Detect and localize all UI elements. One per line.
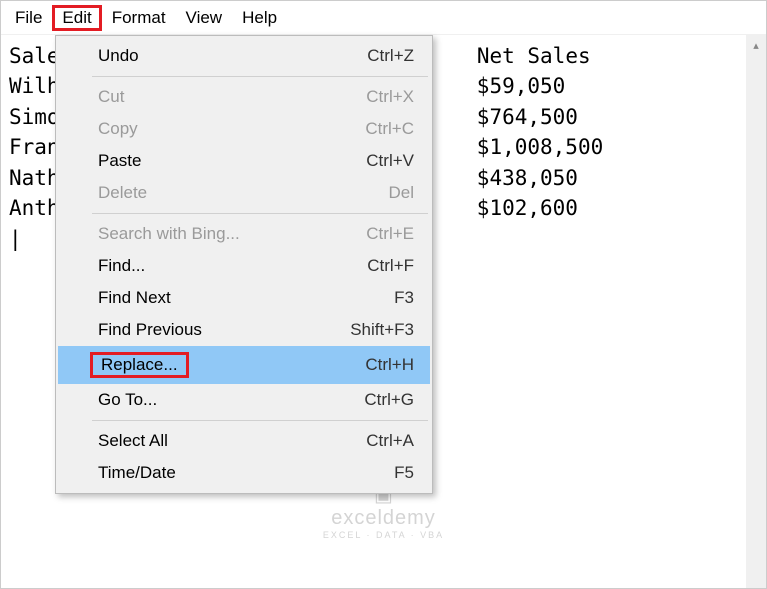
menu-item-shortcut: Ctrl+H xyxy=(334,355,414,375)
menu-item-shortcut: Ctrl+G xyxy=(334,390,414,410)
menu-item-shortcut: F5 xyxy=(334,463,414,483)
menu-item-goto[interactable]: Go To... Ctrl+G xyxy=(58,384,430,416)
menu-item-cut: Cut Ctrl+X xyxy=(58,81,430,113)
menu-item-time-date[interactable]: Time/Date F5 xyxy=(58,457,430,489)
menu-item-shortcut: F3 xyxy=(334,288,414,308)
menu-item-find-next[interactable]: Find Next F3 xyxy=(58,282,430,314)
menu-separator xyxy=(92,76,428,77)
menu-item-shortcut: Ctrl+C xyxy=(334,119,414,139)
menu-item-find-previous[interactable]: Find Previous Shift+F3 xyxy=(58,314,430,346)
menu-item-shortcut: Ctrl+E xyxy=(334,224,414,244)
menu-item-shortcut: Ctrl+F xyxy=(334,256,414,276)
menu-help[interactable]: Help xyxy=(232,5,287,31)
menu-separator xyxy=(92,420,428,421)
menu-item-copy: Copy Ctrl+C xyxy=(58,113,430,145)
scroll-up-arrow-icon[interactable]: ▴ xyxy=(746,35,766,55)
menu-separator xyxy=(92,213,428,214)
menu-item-label: Find... xyxy=(98,256,145,275)
menu-item-undo[interactable]: Undo Ctrl+Z xyxy=(58,40,430,72)
menu-item-label: Search with Bing... xyxy=(98,224,240,243)
text-line: Net Sales xyxy=(477,44,591,68)
menu-edit[interactable]: Edit xyxy=(52,5,101,31)
text-line: 438,050 xyxy=(489,166,578,190)
menu-item-shortcut: Del xyxy=(334,183,414,203)
menu-item-label: Find Next xyxy=(98,288,171,307)
menu-item-label: Undo xyxy=(98,46,139,65)
menu-item-label: Find Previous xyxy=(98,320,202,339)
text-line: Wilh xyxy=(9,74,60,98)
menu-item-select-all[interactable]: Select All Ctrl+A xyxy=(58,425,430,457)
text-line: Sale xyxy=(9,44,60,68)
menu-item-paste[interactable]: Paste Ctrl+V xyxy=(58,145,430,177)
text-line: 59,050 xyxy=(489,74,565,98)
menu-item-label: Time/Date xyxy=(98,463,176,482)
menu-item-shortcut: Ctrl+V xyxy=(334,151,414,171)
menu-item-find[interactable]: Find... Ctrl+F xyxy=(58,250,430,282)
menu-item-label: Go To... xyxy=(98,390,157,409)
text-cursor xyxy=(9,227,22,251)
menu-item-label: Replace... xyxy=(101,355,178,374)
menu-item-search-bing: Search with Bing... Ctrl+E xyxy=(58,218,430,250)
menu-item-shortcut: Ctrl+A xyxy=(334,431,414,451)
menu-item-label: Copy xyxy=(98,119,138,138)
menu-item-shortcut: Ctrl+X xyxy=(334,87,414,107)
text-line: Fran xyxy=(9,135,60,159)
menu-item-shortcut: Ctrl+Z xyxy=(334,46,414,66)
text-line: 1,008,500 xyxy=(489,135,603,159)
menu-file[interactable]: File xyxy=(5,5,52,31)
menu-item-label: Cut xyxy=(98,87,124,106)
menu-item-delete: Delete Del xyxy=(58,177,430,209)
menu-item-replace[interactable]: Replace... Ctrl+H xyxy=(58,346,430,384)
menu-item-shortcut: Shift+F3 xyxy=(334,320,414,340)
menubar: File Edit Format View Help xyxy=(1,1,766,35)
edit-dropdown-menu: Undo Ctrl+Z Cut Ctrl+X Copy Ctrl+C Paste… xyxy=(55,35,433,494)
text-line: 764,500 xyxy=(489,105,578,129)
menu-item-label: Select All xyxy=(98,431,168,450)
text-line: 102,600 xyxy=(489,196,578,220)
vertical-scrollbar[interactable]: ▴ xyxy=(746,35,766,588)
text-line: Anth xyxy=(9,196,60,220)
text-line: Simo xyxy=(9,105,60,129)
menu-view[interactable]: View xyxy=(176,5,233,31)
menu-item-label: Delete xyxy=(98,183,147,202)
text-line: Nath xyxy=(9,166,60,190)
menu-item-label: Paste xyxy=(98,151,141,170)
menu-format[interactable]: Format xyxy=(102,5,176,31)
